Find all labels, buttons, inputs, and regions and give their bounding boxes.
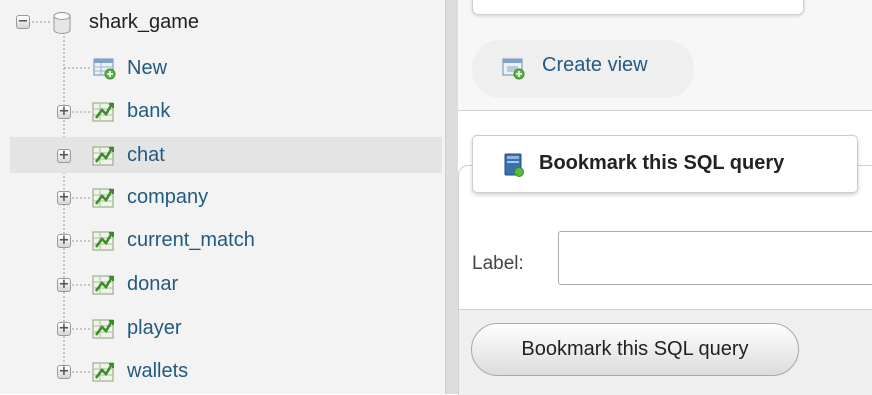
- collapse-icon[interactable]: −: [16, 15, 30, 29]
- table-name-link[interactable]: company: [127, 186, 208, 209]
- bookmark-legend: Bookmark this SQL query: [472, 135, 858, 193]
- table-name-link[interactable]: chat: [127, 144, 165, 167]
- table-name-link[interactable]: wallets: [127, 360, 188, 383]
- bookmark-footer-divider: [459, 309, 872, 310]
- expand-icon[interactable]: +: [57, 365, 71, 379]
- table-icon: [92, 275, 114, 295]
- expand-icon[interactable]: +: [57, 234, 71, 248]
- table-icon: [92, 188, 114, 208]
- navigation-tree: − shark_game New + bank + chat + company + curr…: [0, 0, 445, 394]
- hover-highlight: [10, 137, 442, 173]
- table-icon: [92, 102, 114, 122]
- new-table-icon: [93, 58, 116, 80]
- database-icon: [53, 12, 71, 34]
- expand-icon[interactable]: +: [57, 278, 71, 292]
- table-name-link[interactable]: donar: [127, 273, 178, 296]
- table-icon: [92, 319, 114, 339]
- label-input[interactable]: [558, 231, 872, 285]
- fieldset-card: [472, 0, 804, 15]
- bookmark-icon: [504, 153, 524, 177]
- table-name-link[interactable]: current_match: [127, 229, 255, 252]
- expand-icon[interactable]: +: [57, 149, 71, 163]
- new-item-link[interactable]: New: [127, 57, 167, 80]
- table-name-link[interactable]: player: [127, 317, 181, 340]
- table-icon: [92, 231, 114, 251]
- table-icon: [92, 362, 114, 382]
- navigation-scrollbar[interactable]: [445, 0, 458, 394]
- label-field-label: Label:: [472, 253, 524, 274]
- expand-icon[interactable]: +: [57, 322, 71, 336]
- table-icon: [92, 146, 114, 166]
- bookmark-submit-button[interactable]: Bookmark this SQL query: [471, 323, 799, 376]
- create-view-icon: [502, 58, 525, 80]
- database-name[interactable]: shark_game: [89, 11, 199, 34]
- create-view-button[interactable]: Create view: [472, 40, 694, 98]
- bookmark-legend-title: Bookmark this SQL query: [539, 152, 785, 174]
- expand-icon[interactable]: +: [57, 105, 71, 119]
- create-view-label: Create view: [542, 54, 648, 76]
- table-name-link[interactable]: bank: [127, 100, 170, 123]
- expand-icon[interactable]: +: [57, 191, 71, 205]
